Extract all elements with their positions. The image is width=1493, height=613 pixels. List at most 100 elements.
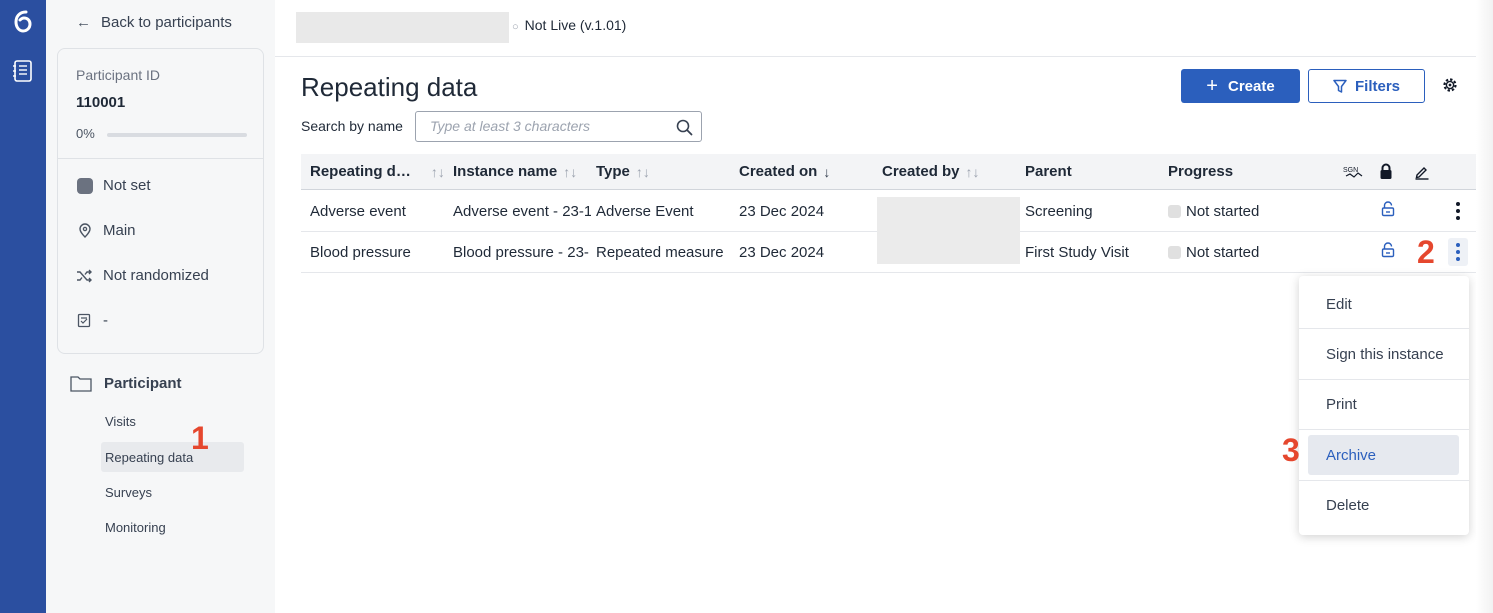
svg-text:SGN: SGN xyxy=(1343,167,1358,174)
study-version: ○ Not Live (v.1.01) xyxy=(512,17,626,33)
arrow-left-icon: ← xyxy=(76,14,91,31)
participant-id-label: Participant ID xyxy=(76,67,161,83)
participant-folder[interactable]: Participant xyxy=(70,375,182,392)
progress-square-icon xyxy=(1168,205,1181,218)
location-pin-icon xyxy=(76,222,93,239)
back-label: Back to participants xyxy=(101,14,232,31)
page-title: Repeating data xyxy=(301,72,478,102)
notebook-icon[interactable] xyxy=(10,58,36,84)
column-type[interactable]: Type ↑↓ xyxy=(596,163,650,180)
cell-repeating-data: Blood pressure xyxy=(310,244,411,261)
card-divider xyxy=(58,158,263,159)
checklist-icon xyxy=(76,312,93,329)
create-button[interactable]: + Create xyxy=(1181,69,1300,103)
filters-label: Filters xyxy=(1354,77,1400,95)
cell-created-on: 23 Dec 2024 xyxy=(739,203,825,220)
cell-parent: First Study Visit xyxy=(1025,244,1129,261)
search-label: Search by name xyxy=(301,118,403,134)
cell-repeating-data: Adverse event xyxy=(310,203,406,220)
nav-item-surveys[interactable]: Surveys xyxy=(101,477,244,507)
menu-item-delete[interactable]: Delete xyxy=(1299,480,1469,530)
row-actions-menu-button[interactable] xyxy=(1448,238,1468,266)
nav-item-monitoring[interactable]: Monitoring xyxy=(101,512,244,542)
redacted-created-by xyxy=(877,197,1020,264)
form-status-text: - xyxy=(103,312,108,329)
back-to-participants-link[interactable]: ← Back to participants xyxy=(76,14,232,31)
sort-icon[interactable]: ↑↓ xyxy=(431,164,445,180)
site-text: Main xyxy=(103,222,136,239)
lock-column-icon xyxy=(1380,163,1392,179)
unlock-icon[interactable] xyxy=(1380,242,1396,258)
filter-icon xyxy=(1333,79,1347,93)
participant-card: Participant ID 110001 0% Not set Main No… xyxy=(57,48,264,354)
randomization-row: Not randomized xyxy=(76,267,209,284)
nav-item-repeating-data[interactable]: Repeating data xyxy=(101,442,244,472)
row-actions-dropdown: Edit Sign this instance Print Archive De… xyxy=(1299,276,1469,535)
progress-percent: 0% xyxy=(76,126,95,141)
randomization-text: Not randomized xyxy=(103,267,209,284)
folder-icon xyxy=(70,376,92,392)
column-created-by[interactable]: Created by ↑↓ xyxy=(882,163,980,180)
progress-bar xyxy=(107,133,247,137)
form-status-row: - xyxy=(76,312,108,329)
column-label: Repeating d… xyxy=(310,163,411,180)
progress-text: Not started xyxy=(1186,244,1260,261)
search-input[interactable] xyxy=(430,118,670,134)
participant-id-value: 110001 xyxy=(76,94,126,111)
sort-icon[interactable]: ↑↓ xyxy=(636,164,650,180)
column-instance-name[interactable]: Instance name ↑↓ xyxy=(453,163,577,180)
sort-icon[interactable]: ↑↓ xyxy=(966,164,980,180)
status-row: Not set xyxy=(76,177,151,194)
menu-item-print[interactable]: Print xyxy=(1299,379,1469,429)
nav-item-visits[interactable]: Visits xyxy=(101,406,244,436)
cell-instance-name: Blood pressure - 23- xyxy=(453,244,589,261)
site-row: Main xyxy=(76,222,136,239)
column-created-on[interactable]: Created on ↓ xyxy=(739,163,830,180)
cell-created-on: 23 Dec 2024 xyxy=(739,244,825,261)
cell-progress: Not started xyxy=(1168,203,1259,220)
create-label: Create xyxy=(1227,77,1275,95)
search-field[interactable] xyxy=(415,111,702,142)
row-actions-menu-button[interactable] xyxy=(1448,197,1468,225)
step-annotation-1: 1 xyxy=(191,420,209,456)
plus-icon: + xyxy=(1206,74,1218,97)
app-rail xyxy=(0,0,46,613)
menu-divider xyxy=(1299,429,1469,430)
sort-icon[interactable]: ↑↓ xyxy=(563,164,577,180)
column-label: Created by xyxy=(882,163,960,180)
column-parent[interactable]: Parent xyxy=(1025,163,1072,180)
cell-type: Repeated measure xyxy=(596,244,724,261)
version-text: Not Live (v.1.01) xyxy=(524,17,627,33)
signed-column-icon: SGN xyxy=(1343,167,1363,178)
column-progress[interactable]: Progress xyxy=(1168,163,1233,180)
menu-item-archive[interactable]: Archive xyxy=(1308,435,1459,475)
step-annotation-2: 2 xyxy=(1417,234,1435,270)
table-header: Repeating d… ↑↓ Instance name ↑↓ Type ↑↓ Cr… xyxy=(301,154,1476,190)
filters-button[interactable]: Filters xyxy=(1308,69,1425,103)
status-text: Not set xyxy=(103,177,151,194)
column-label: Parent xyxy=(1025,163,1072,180)
unlock-icon[interactable] xyxy=(1380,201,1396,217)
cell-parent: Screening xyxy=(1025,203,1093,220)
cell-type: Adverse Event xyxy=(596,203,694,220)
progress-text: Not started xyxy=(1186,203,1260,220)
menu-item-edit[interactable]: Edit xyxy=(1299,279,1469,329)
step-annotation-3: 3 xyxy=(1282,432,1300,468)
edit-column-icon xyxy=(1415,167,1429,180)
sort-desc-icon[interactable]: ↓ xyxy=(823,164,830,180)
redacted-study-name xyxy=(296,12,509,43)
app-logo-icon[interactable] xyxy=(9,8,37,36)
cell-progress: Not started xyxy=(1168,244,1259,261)
folder-label: Participant xyxy=(104,375,182,392)
column-label: Instance name xyxy=(453,163,558,180)
column-repeating-data[interactable]: Repeating d… ↑↓ xyxy=(310,163,445,180)
participant-sidebar: ← Back to participants Participant ID 11… xyxy=(46,0,275,613)
column-label: Type xyxy=(596,163,630,180)
column-label: Progress xyxy=(1168,163,1234,180)
settings-gear-icon[interactable] xyxy=(1441,76,1459,94)
menu-item-sign[interactable]: Sign this instance xyxy=(1299,329,1469,379)
search-icon[interactable] xyxy=(676,119,693,136)
shuffle-icon xyxy=(76,267,93,284)
scrollbar-track[interactable] xyxy=(1476,0,1493,613)
cell-instance-name: Adverse event - 23-1 xyxy=(453,203,591,220)
